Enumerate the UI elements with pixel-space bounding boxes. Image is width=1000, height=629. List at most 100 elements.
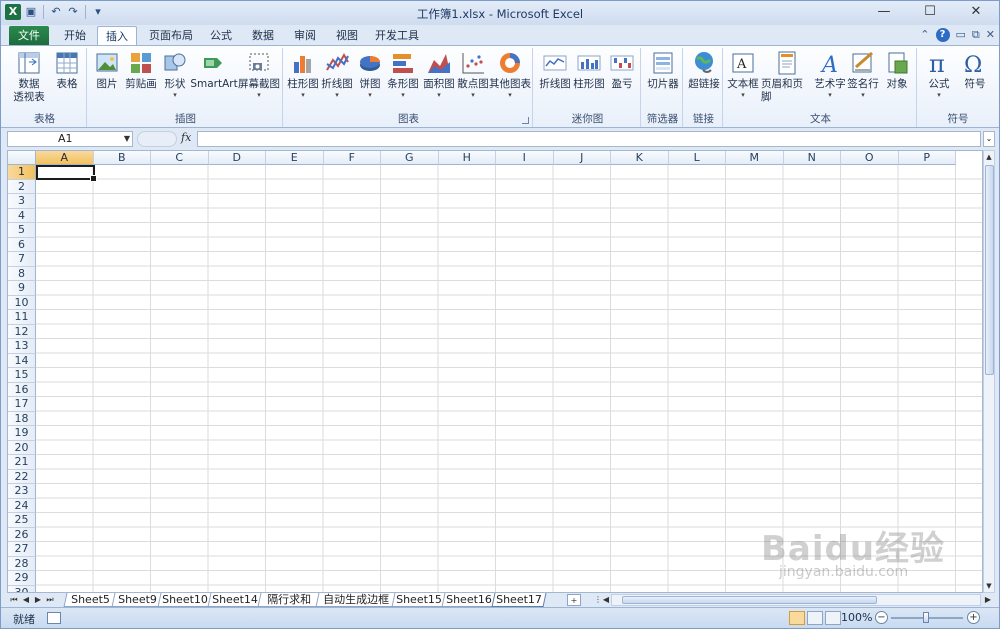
scroll-down-icon[interactable]: ▼ (984, 580, 994, 592)
row-header[interactable]: 26 (8, 527, 36, 542)
wordart-button[interactable]: A 艺术字 ▾ (813, 50, 847, 99)
sheet-tab[interactable]: Sheet5 (63, 593, 117, 607)
sparkline-line-button[interactable]: 折线图 (537, 50, 573, 91)
prev-sheet-icon[interactable]: ◀ (21, 594, 31, 606)
line-chart-button[interactable]: 折线图 ▾ (319, 50, 355, 99)
object-button[interactable]: 对象 (881, 50, 913, 91)
page-break-view-icon[interactable] (825, 611, 841, 625)
row-header[interactable]: 24 (8, 498, 36, 513)
column-header[interactable]: M (726, 151, 784, 165)
row-header[interactable]: 13 (8, 339, 36, 354)
tab-insert[interactable]: 插入 (97, 26, 137, 46)
row-header[interactable]: 23 (8, 484, 36, 499)
row-header[interactable]: 22 (8, 469, 36, 484)
tab-view[interactable]: 视图 (329, 26, 365, 46)
column-header[interactable]: I (496, 151, 554, 165)
row-header[interactable]: 6 (8, 237, 36, 252)
column-header[interactable]: E (266, 151, 324, 165)
tab-formulas[interactable]: 公式 (203, 26, 239, 46)
sheet-tab[interactable]: 自动生成边框 (315, 593, 397, 607)
formula-bar-splitter[interactable] (137, 131, 177, 147)
column-header[interactable]: D (208, 151, 266, 165)
row-header[interactable]: 1 (8, 165, 36, 180)
expand-formula-bar-icon[interactable]: ⌄ (983, 131, 995, 147)
shapes-button[interactable]: 形状 ▾ (159, 50, 191, 99)
last-sheet-icon[interactable]: ⏭ (45, 594, 55, 606)
row-header[interactable]: 14 (8, 353, 36, 368)
row-header[interactable]: 30 (8, 585, 36, 592)
tab-data[interactable]: 数据 (245, 26, 281, 46)
row-header[interactable]: 18 (8, 411, 36, 426)
zoom-out-icon[interactable]: − (875, 611, 888, 624)
scroll-up-icon[interactable]: ▲ (984, 151, 994, 163)
sheet-tab[interactable]: Sheet16 (441, 593, 497, 607)
workbook-close-icon[interactable]: ✕ (986, 28, 995, 42)
row-header[interactable]: 10 (8, 295, 36, 310)
column-header[interactable]: A (36, 151, 94, 165)
tab-review[interactable]: 审阅 (287, 26, 323, 46)
row-header[interactable]: 4 (8, 208, 36, 223)
horizontal-scrollbar[interactable] (611, 594, 981, 606)
insert-sheet-icon[interactable]: + (567, 594, 581, 606)
row-header[interactable]: 16 (8, 382, 36, 397)
normal-view-icon[interactable] (789, 611, 805, 625)
column-header[interactable]: O (841, 151, 899, 165)
slicer-button[interactable]: 切片器 (645, 50, 681, 91)
tab-page-layout[interactable]: 页面布局 (143, 26, 199, 46)
row-header[interactable]: 2 (8, 179, 36, 194)
smartart-button[interactable]: SmartArt (190, 50, 238, 91)
signature-line-button[interactable]: 签名行 ▾ (845, 50, 881, 99)
column-header[interactable]: G (381, 151, 439, 165)
row-header[interactable]: 15 (8, 368, 36, 383)
sparkline-winloss-button[interactable]: 盈亏 (607, 50, 637, 91)
row-header[interactable]: 7 (8, 252, 36, 267)
column-header[interactable]: P (898, 151, 956, 165)
row-header[interactable]: 19 (8, 426, 36, 441)
pie-chart-button[interactable]: 饼图 ▾ (355, 50, 385, 99)
workbook-minimize-icon[interactable]: ▭ (956, 28, 966, 42)
sheet-tab[interactable]: Sheet14 (207, 593, 263, 607)
name-box[interactable]: A1 ▼ (7, 131, 133, 147)
collapse-ribbon-icon[interactable]: ⌃ (920, 28, 929, 42)
equation-button[interactable]: π 公式 ▾ (921, 50, 957, 99)
sheet-tab[interactable]: Sheet9 (111, 593, 163, 607)
scroll-right-icon[interactable]: ▶ (983, 594, 993, 606)
tab-file[interactable]: 文件 (9, 26, 49, 46)
row-header[interactable]: 28 (8, 556, 36, 571)
row-header[interactable]: 3 (8, 194, 36, 209)
scroll-left-icon[interactable]: ◀ (601, 594, 611, 606)
column-header[interactable]: C (151, 151, 209, 165)
active-cell[interactable] (36, 165, 97, 182)
vertical-scroll-thumb[interactable] (985, 165, 994, 375)
insert-function-icon[interactable]: fx (181, 131, 191, 144)
sheet-tab[interactable]: 隔行求和 (257, 593, 321, 607)
sparkline-column-button[interactable]: 柱形图 (571, 50, 607, 91)
hyperlink-button[interactable]: 超链接 (686, 50, 722, 91)
screenshot-button[interactable]: 屏幕截图 ▾ (237, 50, 281, 99)
row-header[interactable]: 20 (8, 440, 36, 455)
formula-input[interactable] (197, 131, 981, 147)
tab-developer[interactable]: 开发工具 (371, 26, 423, 46)
sheet-tab[interactable]: Sheet17 (491, 593, 547, 607)
scatter-chart-button[interactable]: 散点图 ▾ (455, 50, 491, 99)
bar-chart-button[interactable]: 条形图 ▾ (385, 50, 421, 99)
row-header[interactable]: 25 (8, 513, 36, 528)
macro-record-icon[interactable] (47, 612, 61, 624)
text-box-button[interactable]: A 文本框 ▾ (725, 50, 761, 99)
column-header[interactable]: H (438, 151, 496, 165)
column-header[interactable]: J (553, 151, 611, 165)
first-sheet-icon[interactable]: ⏮ (9, 594, 19, 606)
clip-art-button[interactable]: 剪贴画 (123, 50, 159, 91)
row-header[interactable]: 27 (8, 542, 36, 557)
row-header[interactable]: 29 (8, 571, 36, 586)
column-header[interactable]: N (783, 151, 841, 165)
other-charts-button[interactable]: 其他图表 ▾ (489, 50, 531, 99)
name-box-dropdown-icon[interactable]: ▼ (124, 132, 130, 146)
maximize-button[interactable]: ☐ (907, 1, 953, 23)
column-header[interactable]: B (93, 151, 151, 165)
row-header[interactable]: 8 (8, 266, 36, 281)
area-chart-button[interactable]: 面积图 ▾ (421, 50, 457, 99)
header-footer-button[interactable]: 页眉和页脚 (761, 50, 813, 104)
symbol-button[interactable]: Ω 符号 (957, 50, 993, 91)
row-header[interactable]: 9 (8, 281, 36, 296)
